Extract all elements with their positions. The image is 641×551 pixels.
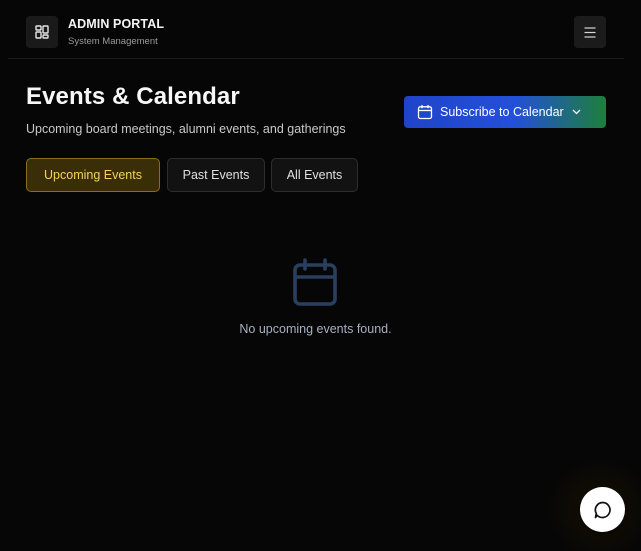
- tab-all-events[interactable]: All Events: [271, 158, 358, 192]
- calendar-icon: [292, 257, 338, 307]
- brand-title: ADMIN PORTAL: [68, 17, 165, 31]
- top-header: ADMIN PORTAL System Management: [8, 0, 624, 59]
- chevron-down-icon: [572, 109, 581, 115]
- subscribe-calendar-button[interactable]: Subscribe to Calendar: [404, 96, 606, 128]
- page-title: Events & Calendar: [26, 83, 240, 110]
- page-subtitle: Upcoming board meetings, alumni events, …: [26, 122, 346, 136]
- page: ADMIN PORTAL System Management Events & …: [0, 0, 641, 551]
- tab-upcoming-events[interactable]: Upcoming Events: [26, 158, 160, 192]
- brand-subtitle: System Management: [68, 36, 158, 47]
- calendar-icon: [417, 104, 433, 120]
- tab-past-events[interactable]: Past Events: [167, 158, 265, 192]
- chat-button[interactable]: [580, 487, 625, 532]
- dashboard-grid-icon[interactable]: [26, 16, 58, 48]
- empty-state-message: No upcoming events found.: [239, 322, 392, 336]
- hamburger-menu-icon[interactable]: [574, 16, 606, 48]
- subscribe-button-label: Subscribe to Calendar: [440, 105, 564, 119]
- chat-bubble-icon: [593, 500, 613, 520]
